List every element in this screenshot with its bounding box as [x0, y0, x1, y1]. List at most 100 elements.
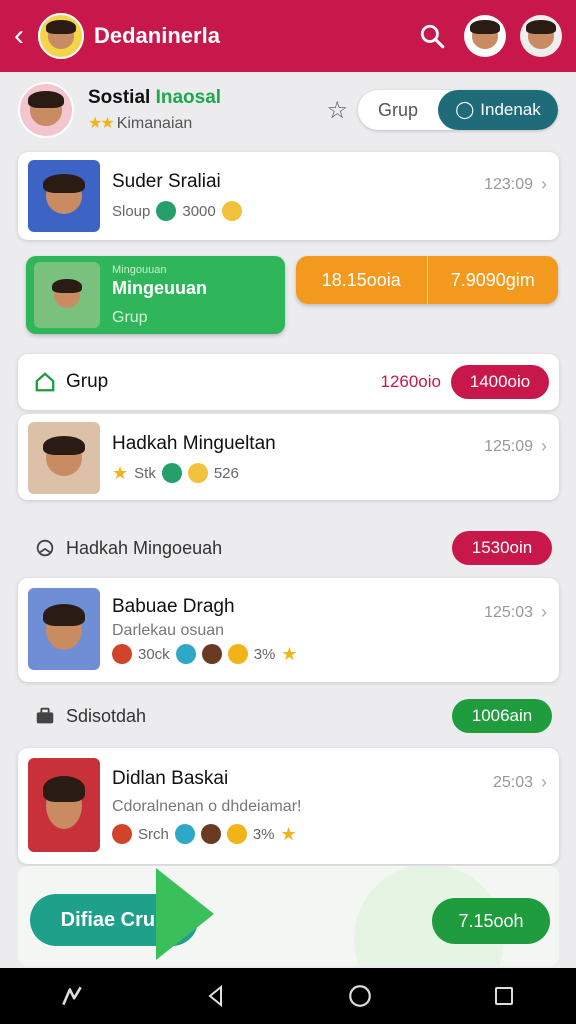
item-meta-right: 3%: [252, 825, 275, 843]
top-app-bar: ‹ Dedaninerla: [0, 0, 576, 72]
grup-header: Grup 1260oio 1400oio: [18, 354, 559, 410]
item-time: 25:03: [492, 774, 533, 791]
smile-emoji-icon: [226, 824, 247, 844]
item-body: Suder Sraliai Sloup 3000: [112, 160, 484, 232]
item-meta: 30ck 3% ★: [112, 644, 484, 665]
item-meta-right: 3%: [253, 645, 276, 663]
profile-avatar-face: [526, 20, 556, 49]
face-emoji-icon: [200, 824, 221, 844]
item-thumbnail-face: [43, 435, 85, 476]
featured-thumbnail-face: [51, 278, 83, 309]
nav-recents-icon[interactable]: [482, 974, 526, 1018]
list-item[interactable]: Suder Sraliai Sloup 3000 123:09 ›: [18, 152, 559, 240]
profile-avatar[interactable]: [520, 15, 562, 57]
section-header: Hadkah Mingoeuah 1530oin: [34, 528, 552, 568]
emoji-icon: [112, 644, 132, 664]
accessibility-icon[interactable]: [50, 974, 94, 1018]
item-thumbnail-face: [43, 173, 85, 214]
item-thumbnail: [28, 588, 100, 670]
item-meta-value: 3000: [182, 202, 216, 220]
section-header: Sdisotdah 1006ain: [34, 696, 552, 736]
featured-green-card[interactable]: Mingouuan Mingeuuan Grup: [26, 256, 285, 334]
page-title: Dedaninerla: [94, 23, 220, 48]
item-sub: Sloup: [112, 202, 151, 220]
item-title: Hadkah Mingueltan: [112, 432, 276, 454]
item-thumbnail: [28, 758, 100, 852]
emoji-icon: [156, 201, 177, 221]
nav-home-icon[interactable]: [338, 974, 382, 1018]
featured-small: Mingouuan: [112, 263, 167, 276]
face-emoji-icon: [201, 644, 222, 664]
smile-emoji-icon: [227, 644, 248, 664]
item-time: 123:09: [484, 176, 533, 193]
item-meta-left: Stk: [134, 464, 156, 482]
item-thumbnail: [28, 160, 100, 232]
item-time: 125:09: [484, 438, 533, 455]
avatar-face: [46, 20, 76, 49]
back-icon[interactable]: ‹: [14, 21, 34, 51]
home-icon: [35, 372, 55, 392]
featured-text: Mingouuan Mingeuuan Grup: [112, 264, 207, 327]
item-time: 125:03: [484, 604, 533, 621]
section-pill-button[interactable]: 1006ain: [452, 699, 552, 733]
item-body: Babuae Dragh Darlekau osuan 30ck 3% ★: [112, 588, 484, 672]
favorite-star-icon[interactable]: ☆: [326, 96, 348, 125]
emoji-icon: [161, 463, 182, 483]
featured-sub: Grup: [112, 308, 148, 326]
robot-emoji-icon: [175, 644, 196, 664]
chevron-right-icon: ›: [541, 436, 547, 456]
item-meta-right: 526: [213, 464, 239, 482]
segment-grup[interactable]: Grup: [358, 100, 438, 121]
profile-subtitle-text: Kimanaian: [116, 115, 193, 132]
item-meta: Srch 3% ★: [112, 824, 493, 845]
list-item[interactable]: Didlan Baskai Cdoralnenan o dhdeiamar! S…: [18, 748, 559, 864]
grup-value: 1260oio: [380, 372, 441, 391]
featured-title: Mingeuuan: [112, 277, 207, 298]
nav-back-glyph: [208, 984, 222, 1008]
item-meta: Sloup 3000: [112, 201, 484, 221]
stat-right: 7.9090gim: [426, 256, 559, 304]
system-nav-bar: [0, 968, 576, 1024]
section-pill-button[interactable]: 1530oin: [452, 531, 552, 565]
item-title: Suder Sraliai: [112, 171, 221, 192]
nav-home-glyph: [349, 985, 371, 1007]
chat-icon: [36, 539, 54, 557]
segment-indenak[interactable]: ◯ Indenak: [438, 90, 558, 130]
grup-pill-button[interactable]: 1400oio: [451, 365, 549, 399]
star-icon: ★: [280, 823, 297, 844]
profile-photo-face: [27, 90, 65, 126]
star-icon: ★: [281, 643, 298, 664]
user-avatar[interactable]: [464, 15, 506, 57]
profile-name-part2: Inaosal: [155, 87, 222, 108]
item-body: Didlan Baskai Cdoralnenan o dhdeiamar! S…: [112, 758, 493, 854]
chevron-right-icon: ›: [541, 174, 547, 194]
search-icon-glyph: [420, 24, 445, 49]
profile-photo[interactable]: [18, 82, 74, 138]
search-icon[interactable]: [414, 18, 450, 54]
item-thumbnail-face: [43, 603, 85, 650]
stats-pill[interactable]: 18.15ooia 7.9090gim: [296, 256, 558, 304]
list-item[interactable]: Hadkah Mingueltan ★ Stk 526 125:09 ›: [18, 414, 559, 500]
list-item[interactable]: Babuae Dragh Darlekau osuan 30ck 3% ★ 12…: [18, 578, 559, 682]
smile-emoji-icon: [221, 201, 242, 221]
stat-left: 18.15ooia: [321, 269, 401, 290]
rating-stars-icon: ★★: [88, 115, 115, 132]
bottom-pill-button[interactable]: 7.15ooh: [432, 898, 550, 944]
nav-back-icon[interactable]: [194, 974, 238, 1018]
item-meta-left: Srch: [138, 825, 169, 843]
bottom-promo-panel: Difiae Crup 7.15ooh: [18, 866, 559, 966]
profile-name: Sostial Inaosal: [88, 87, 326, 109]
grup-label: Grup: [66, 371, 109, 392]
item-subtitle: Darlekau osuan: [112, 621, 225, 639]
item-title: Babuae Dragh: [112, 595, 235, 617]
item-thumbnail-face: [43, 775, 85, 829]
emoji-icon: [112, 824, 132, 844]
arrow-icon: [156, 868, 214, 960]
item-thumbnail: [28, 422, 100, 494]
globe-icon: ◯: [455, 100, 475, 119]
avatar[interactable]: [38, 13, 84, 59]
item-subtitle: Cdoralnenan o dhdeiamar!: [112, 797, 302, 815]
section-label: Hadkah Mingoeuah: [66, 537, 223, 558]
chevron-right-icon: ›: [541, 772, 547, 792]
smile-emoji-icon: [187, 463, 208, 483]
